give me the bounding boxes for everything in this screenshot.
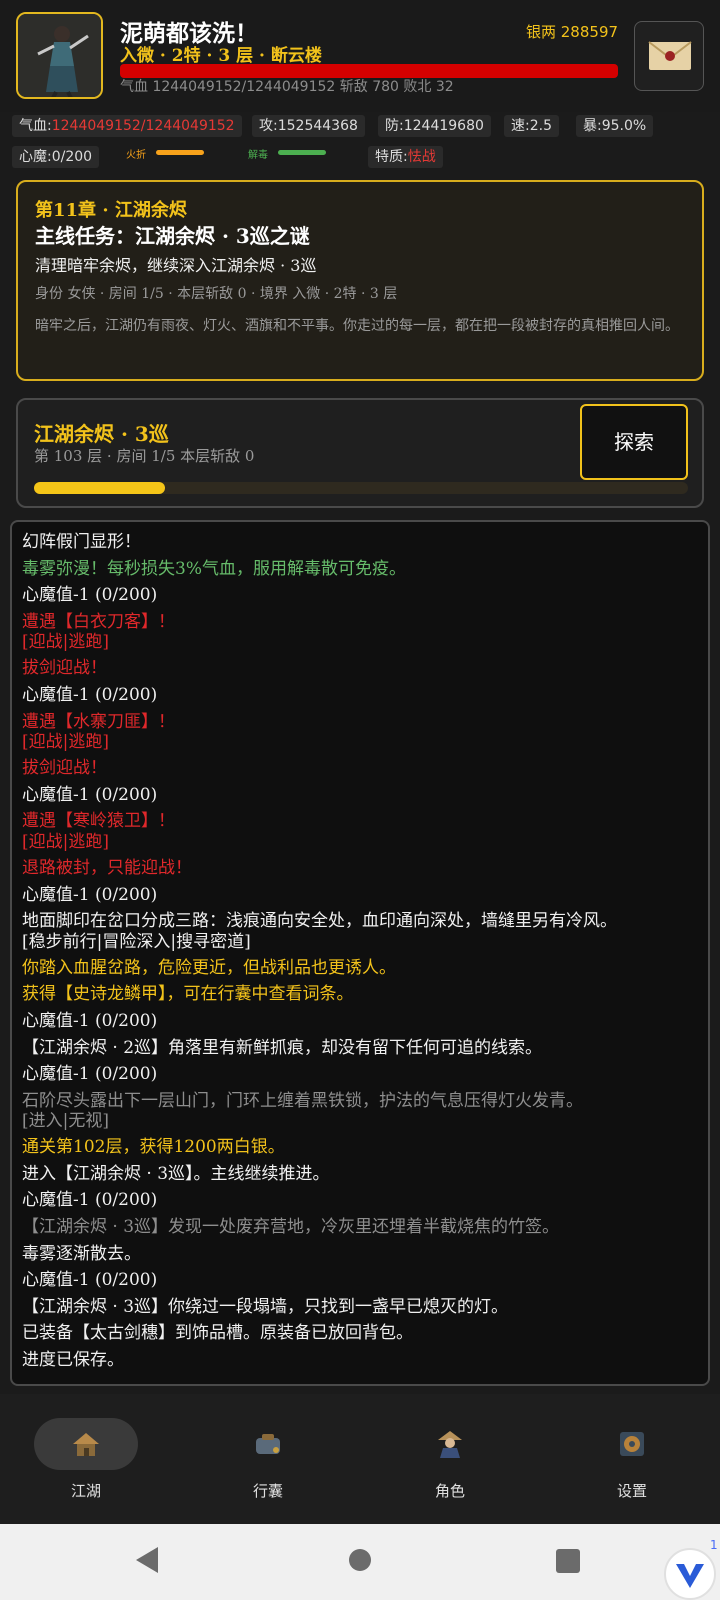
hp-stat: 气血:1244049152/1244049152 — [12, 115, 242, 137]
crit-stat: 暴:95.0% — [576, 115, 654, 137]
home-icon[interactable] — [349, 1549, 371, 1571]
nav-settings[interactable]: 设置 — [580, 1418, 684, 1508]
letter-icon — [648, 41, 692, 70]
log-entry: 拔剑迎战！ — [22, 658, 107, 679]
log-choice-options[interactable]: [迎战|逃跑] — [22, 632, 708, 653]
location-title: 江湖余烬 · 3巡 — [34, 422, 169, 446]
adventure-log[interactable]: 幻阵假门显形！ 毒雾弥漫！每秒损失3%气血，服用解毒散可免疫。 心魔值-1 (0/2… — [10, 520, 710, 1386]
log-entry: 【江湖余烬 · 2巡】角落里有新鲜抓痕，却没有留下任何可追的线索。 — [22, 1037, 543, 1058]
log-entry: 心魔值-1 (0/200) — [22, 784, 158, 805]
silver-counter: 银两 288597 — [526, 23, 619, 41]
settings-book-icon — [620, 1432, 644, 1456]
log-entry: 【江湖余烬 · 3巡】你绕过一段塌墙，只找到一盏早已熄灭的灯。 — [22, 1296, 509, 1317]
antidote-label: 解毒 — [248, 150, 268, 161]
explore-button[interactable]: 探索 — [580, 404, 688, 480]
system-navigation-bar: 1 — [0, 1524, 720, 1600]
main-quest-card: 第11章 · 江湖余烬 主线任务：江湖余烬 · 3巡之谜 清理暗牢余烬，继续深入… — [16, 180, 704, 381]
log-entry: 毒雾弥漫！每秒损失3%气血，服用解毒散可免疫。 — [22, 558, 406, 579]
location-subtitle: 第 103 层 · 房间 1/5 本层斩敌 0 — [34, 447, 255, 465]
log-choice-options[interactable]: [迎战|逃跑] — [22, 732, 708, 753]
bag-icon — [256, 1434, 280, 1454]
log-entry: 【江湖余烬 · 3巡】发现一处废弃营地，冷灰里还埋着半截烧焦的竹签。 — [22, 1217, 560, 1238]
log-entry: 心魔值-1 (0/200) — [22, 884, 158, 905]
speed-stat: 速:2.5 — [504, 115, 559, 137]
log-entry: 遭遇【寒岭猿卫】！ — [22, 811, 175, 832]
nav-character[interactable]: 角色 — [398, 1418, 502, 1508]
player-realm: 入微 · 2特 · 3 层 · 断云楼 — [120, 46, 322, 66]
heart-demon-stat: 心魔:0/200 — [12, 146, 100, 168]
log-entry: 毒雾逐渐散去。 — [22, 1243, 141, 1264]
attack-stat: 攻:152544368 — [252, 115, 365, 137]
vpn-badge: 1 — [710, 1538, 718, 1552]
quest-description: 清理暗牢余烬，继续深入江湖余烬 · 3巡 — [35, 256, 317, 275]
log-entry: 心魔值-1 (0/200) — [22, 1270, 158, 1291]
log-entry: 心魔值-1 (0/200) — [22, 1010, 158, 1031]
log-entry: 已装备【太古剑穗】到饰品槽。原装备已放回背包。 — [22, 1323, 413, 1344]
log-entry: 石阶尽头露出下一层山门，门环上缠着黑铁锁，护法的气息压得灯火发青。 — [22, 1090, 583, 1111]
fire-bar — [156, 150, 204, 155]
v-logo-icon — [676, 1564, 704, 1588]
room-progress-bar — [34, 482, 688, 494]
quest-story: 暗牢之后，江湖仍有雨夜、灯火、酒旗和不平事。你走过的每一层，都在把一段被封存的真… — [35, 318, 679, 334]
quest-title: 主线任务：江湖余烬 · 3巡之谜 — [35, 224, 310, 248]
bottom-navigation: 江湖 行囊 角色 设置 — [0, 1394, 720, 1524]
log-entry: 进入【江湖余烬 · 3巡】。主线继续推进。 — [22, 1163, 330, 1184]
room-progress-fill — [34, 482, 165, 494]
nav-label: 行囊 — [252, 1482, 283, 1500]
log-entry: 遭遇【水寨刀匪】！ — [22, 711, 175, 732]
log-entry: 拔剑迎战！ — [22, 758, 107, 779]
log-entry: 心魔值-1 (0/200) — [22, 1064, 158, 1085]
trait-stat: 特质:怯战 — [368, 146, 443, 168]
log-entry: 退路被封，只能迎战！ — [22, 857, 192, 878]
player-header: 泥萌都该洗！ 入微 · 2特 · 3 层 · 断云楼 银两 288597 气血 … — [0, 0, 720, 112]
log-entry: 你踏入血腥岔路，危险更近，但战利品也更诱人。 — [22, 957, 396, 978]
log-entry: 进度已保存。 — [22, 1350, 124, 1371]
player-summary: 气血 1244049152/1244049152 斩敌 780 败北 32 — [120, 79, 454, 95]
nav-label: 设置 — [616, 1482, 647, 1500]
log-entry: 通关第102层，获得1200两白银。 — [22, 1137, 285, 1158]
log-entry: 心魔值-1 (0/200) — [22, 1190, 158, 1211]
location-card: 江湖余烬 · 3巡 第 103 层 · 房间 1/5 本层斩敌 0 探索 — [16, 398, 704, 508]
log-choice-options[interactable]: [迎战|逃跑] — [22, 832, 708, 853]
fire-label: 火折 — [126, 150, 146, 161]
log-entry: 地面脚印在岔口分成三路：浅痕通向安全处，血印通向深处，墙缝里另有冷风。 — [22, 911, 617, 932]
hut-icon — [73, 1433, 99, 1456]
quest-chapter: 第11章 · 江湖余烬 — [35, 200, 187, 221]
nav-jianghu[interactable]: 江湖 — [34, 1418, 138, 1508]
nav-label: 角色 — [434, 1482, 465, 1500]
log-entry: 获得【史诗龙鳞甲】，可在行囊中查看词条。 — [22, 984, 354, 1005]
character-icon — [438, 1431, 462, 1458]
nav-label: 江湖 — [70, 1482, 101, 1500]
swordswoman-icon — [18, 14, 101, 97]
back-icon[interactable] — [136, 1547, 158, 1573]
vpn-app-icon[interactable] — [664, 1548, 716, 1600]
log-choice-options[interactable]: [进入|无视] — [22, 1111, 708, 1132]
log-entry: 遭遇【白衣刀客】！ — [22, 611, 175, 632]
defense-stat: 防:124419680 — [378, 115, 491, 137]
nav-bag[interactable]: 行囊 — [216, 1418, 320, 1508]
log-choice-options[interactable]: [稳步前行|冒险深入|搜寻密道] — [22, 932, 708, 953]
log-entry: 心魔值-1 (0/200) — [22, 585, 158, 606]
antidote-bar — [278, 150, 326, 155]
mail-button[interactable] — [634, 21, 704, 91]
log-entry: 心魔值-1 (0/200) — [22, 684, 158, 705]
log-entry: 幻阵假门显形！ — [22, 532, 141, 552]
quest-meta: 身份 女侠 · 房间 1/5 · 本层斩敌 0 · 境界 入微 · 2特 · 3… — [35, 286, 398, 302]
recent-apps-icon[interactable] — [556, 1549, 580, 1573]
player-avatar[interactable] — [16, 12, 103, 99]
